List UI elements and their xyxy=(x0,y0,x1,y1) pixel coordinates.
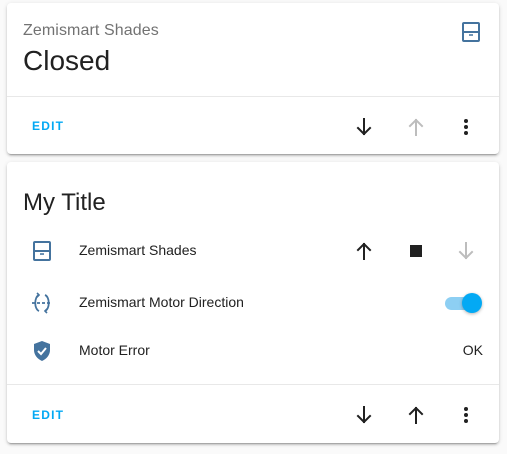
more-vertical-icon[interactable] xyxy=(454,403,478,427)
arrow-down-icon[interactable] xyxy=(352,115,376,139)
window-shutter-icon xyxy=(30,239,54,263)
arrow-down-icon[interactable] xyxy=(454,239,478,263)
row-label-motor-direction[interactable]: Zemismart Motor Direction xyxy=(79,294,244,310)
entity-card: Zemismart Shades Closed EDIT xyxy=(7,3,499,154)
motor-error-value: OK xyxy=(462,342,483,358)
arrow-up-icon[interactable] xyxy=(404,115,428,139)
window-shutter-icon[interactable] xyxy=(460,21,482,43)
card-title: My Title xyxy=(23,189,106,216)
arrow-up-icon[interactable] xyxy=(352,239,376,263)
arrow-up-icon[interactable] xyxy=(404,403,428,427)
entities-card: My Title Zemismart Shades Zemismart Moto… xyxy=(7,162,499,443)
toggle-thumb xyxy=(462,293,482,313)
arrow-down-icon[interactable] xyxy=(352,403,376,427)
swap-direction-icon xyxy=(30,291,54,315)
entity-name: Zemismart Shades xyxy=(23,22,159,39)
entity-state: Closed xyxy=(23,45,111,76)
stop-icon[interactable] xyxy=(404,239,428,263)
edit-button[interactable]: EDIT xyxy=(32,408,64,422)
more-vertical-icon[interactable] xyxy=(454,115,478,139)
card-divider xyxy=(7,384,499,385)
motor-direction-toggle[interactable] xyxy=(445,293,483,313)
row-label-motor-error[interactable]: Motor Error xyxy=(79,342,150,358)
card-divider xyxy=(7,96,499,97)
row-label-shades[interactable]: Zemismart Shades xyxy=(79,242,196,258)
shield-check-icon xyxy=(30,339,54,363)
edit-button[interactable]: EDIT xyxy=(32,119,64,133)
